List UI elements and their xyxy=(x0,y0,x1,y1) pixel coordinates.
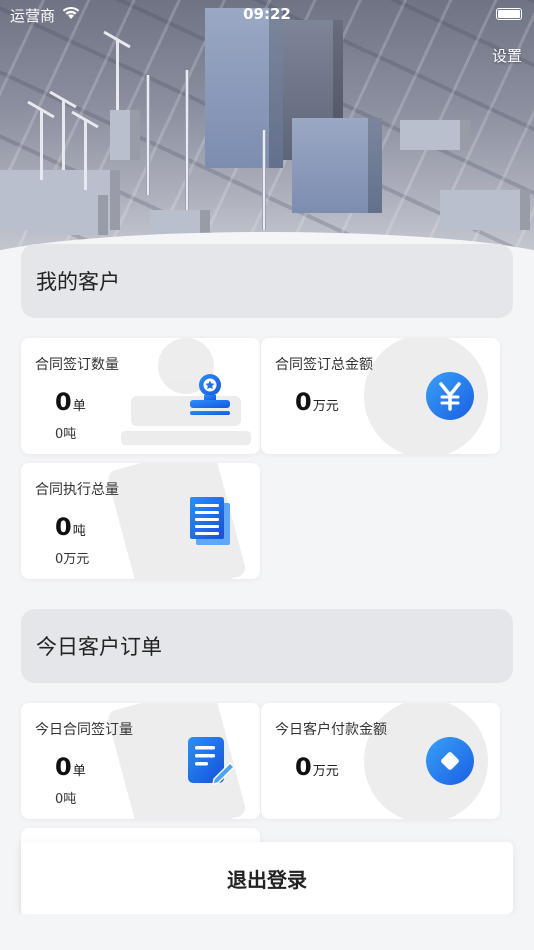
card-subvalue: 0吨 xyxy=(55,427,77,442)
card-title: 合同执行总量 xyxy=(35,482,119,498)
value-number: 0 xyxy=(55,513,72,541)
stat-card-contract-amount[interactable]: 合同签订总金额 0 万元 xyxy=(261,338,500,454)
card-title: 今日合同签订量 xyxy=(35,722,133,738)
status-time: 09:22 xyxy=(243,5,291,23)
stat-card-contract-count[interactable]: 合同签订数量 0 单 0吨 xyxy=(21,338,260,454)
card-value: 0 万元 xyxy=(295,388,339,416)
card-value: 0 单 xyxy=(55,388,86,416)
value-unit: 单 xyxy=(72,399,86,414)
document-icon xyxy=(190,497,230,545)
card-value: 0 万元 xyxy=(295,753,339,781)
hero-banner-image xyxy=(0,0,534,262)
edit-document-icon xyxy=(188,737,236,785)
stat-card-today-contracts[interactable]: 今日合同签订量 0 单 0吨 xyxy=(21,703,260,819)
value-number: 0 xyxy=(295,388,312,416)
stat-card-today-payment[interactable]: 今日客户付款金额 0 万元 xyxy=(261,703,500,819)
card-subvalue: 0吨 xyxy=(55,792,77,807)
card-value: 0 吨 xyxy=(55,513,86,541)
value-unit: 万元 xyxy=(312,399,339,414)
value-unit: 万元 xyxy=(312,764,339,779)
value-number: 0 xyxy=(295,753,312,781)
battery-icon xyxy=(496,8,522,20)
section-header-today-orders: 今日客户订单 xyxy=(21,609,513,683)
card-value: 0 单 xyxy=(55,753,86,781)
stamp-watermark-icon xyxy=(121,338,251,445)
document-watermark-icon xyxy=(108,463,245,579)
value-number: 0 xyxy=(55,388,72,416)
section-title: 我的客户 xyxy=(36,270,120,294)
bottom-safe-area xyxy=(0,914,534,950)
section-header-my-customers: 我的客户 xyxy=(21,244,513,318)
card-title: 今日客户付款金额 xyxy=(275,722,387,738)
coin-icon xyxy=(426,737,474,785)
logout-button[interactable]: 退出登录 xyxy=(21,842,513,914)
yen-icon xyxy=(426,372,474,420)
card-title: 合同签订数量 xyxy=(35,357,119,373)
stamp-icon xyxy=(190,374,230,415)
settings-button[interactable]: 设置 xyxy=(492,45,522,66)
status-bar: 运营商 09:22 xyxy=(0,0,534,30)
value-unit: 单 xyxy=(72,764,86,779)
stat-card-execution-total[interactable]: 合同执行总量 0 吨 0万元 xyxy=(21,463,260,579)
section-title: 今日客户订单 xyxy=(36,635,162,659)
value-number: 0 xyxy=(55,753,72,781)
card-title: 合同签订总金额 xyxy=(275,357,373,373)
value-unit: 吨 xyxy=(72,524,86,539)
card-subvalue: 0万元 xyxy=(55,552,90,567)
logout-label: 退出登录 xyxy=(227,867,307,892)
